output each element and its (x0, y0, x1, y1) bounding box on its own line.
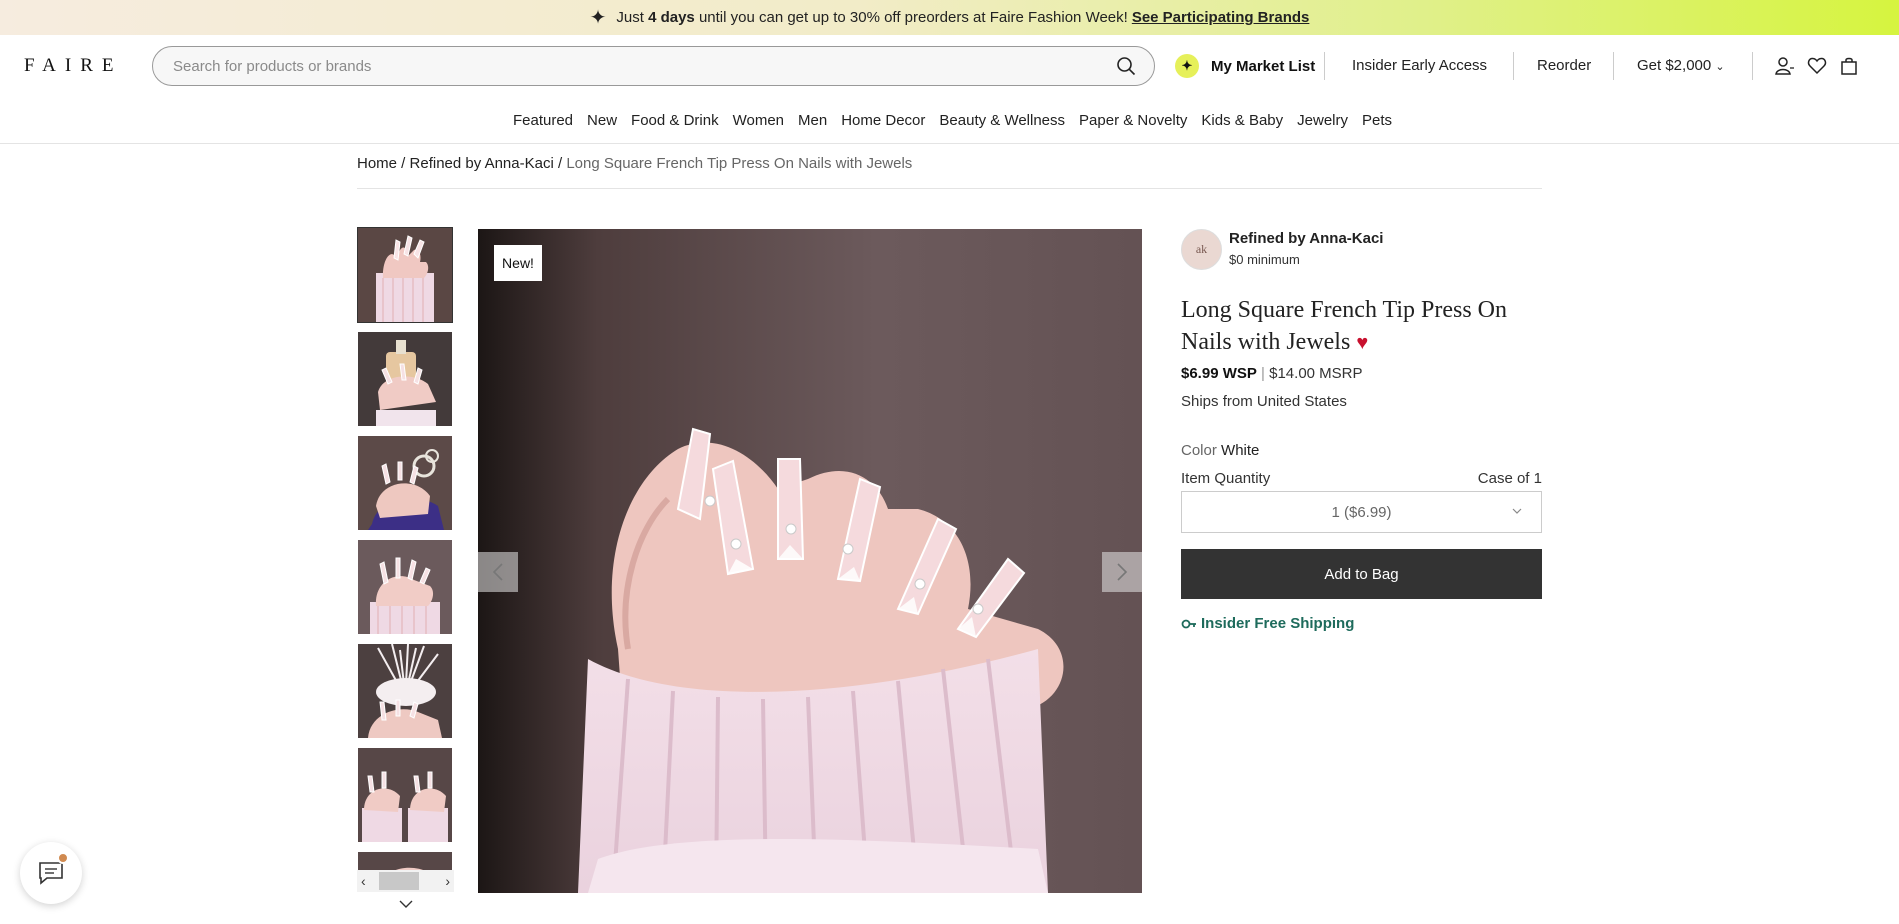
insider-early-access-link[interactable]: Insider Early Access (1352, 57, 1487, 74)
quantity-selected-value: 1 ($6.99) (1331, 503, 1392, 521)
ships-from: Ships from United States (1181, 393, 1347, 410)
get-credit-label: Get $2,000 (1637, 57, 1712, 74)
promo-text: until you can get up to 30% off preorder… (698, 9, 1128, 26)
price-separator: | (1261, 365, 1265, 382)
heart-icon[interactable] (1807, 56, 1827, 76)
thumbnail-1[interactable] (357, 227, 453, 323)
thumbnail-scrollbar[interactable]: ‹ › (357, 870, 454, 892)
new-badge: New! (494, 245, 542, 281)
category-pets[interactable]: Pets (1355, 112, 1399, 129)
product-main-image[interactable] (478, 229, 1142, 893)
next-image-button[interactable] (1102, 552, 1142, 592)
header: FAIRE ✦ My Market List Insider Early Acc… (0, 35, 1899, 97)
chevron-right-icon (1117, 563, 1128, 581)
brand-logo[interactable]: ak (1181, 229, 1222, 270)
quantity-select[interactable]: 1 ($6.99) (1181, 491, 1542, 533)
chat-notification-dot (57, 852, 69, 864)
promo-days: 4 days (648, 9, 695, 26)
chevron-down-icon: ⌄ (1715, 61, 1725, 73)
category-new[interactable]: New (580, 112, 624, 129)
sparkle-icon: ✦ (589, 6, 607, 29)
previous-image-button[interactable] (478, 552, 518, 592)
thumbnail-4[interactable] (358, 540, 452, 634)
chevron-down-icon[interactable] (397, 897, 415, 911)
thumbnail-2[interactable] (358, 332, 452, 426)
participating-brands-link[interactable]: See Participating Brands (1132, 9, 1310, 26)
product-title-text: Long Square French Tip Press On Nails wi… (1181, 297, 1508, 355)
scrollbar-thumb[interactable] (379, 872, 419, 890)
bag-icon[interactable] (1839, 56, 1859, 76)
favorite-heart-icon[interactable]: ♥ (1356, 332, 1368, 354)
category-beauty-wellness[interactable]: Beauty & Wellness (932, 112, 1072, 129)
chevron-left-icon (492, 563, 503, 581)
case-size: Case of 1 (1477, 470, 1542, 487)
brand-name-link[interactable]: Refined by Anna-Kaci (1229, 230, 1383, 247)
thumbnail-6[interactable] (358, 748, 452, 842)
chevron-down-icon (1512, 508, 1522, 514)
color-label: Color (1181, 442, 1217, 459)
my-market-list-button[interactable]: ✦ My Market List (1175, 54, 1315, 78)
breadcrumb-brand[interactable]: Refined by Anna-Kaci (410, 155, 554, 172)
category-featured[interactable]: Featured (506, 112, 580, 129)
reorder-link[interactable]: Reorder (1537, 57, 1591, 74)
add-to-bag-button[interactable]: Add to Bag (1181, 549, 1542, 599)
scroll-left-icon[interactable]: ‹ (361, 873, 366, 889)
divider (1513, 52, 1514, 80)
scroll-right-icon[interactable]: › (445, 873, 450, 889)
search-bar[interactable] (152, 46, 1155, 86)
category-kids-baby[interactable]: Kids & Baby (1194, 112, 1290, 129)
category-nav: Featured New Food & Drink Women Men Home… (0, 97, 1899, 144)
category-men[interactable]: Men (791, 112, 834, 129)
thumbnail-3[interactable] (358, 436, 452, 530)
chat-icon (39, 862, 63, 885)
breadcrumb-current: Long Square French Tip Press On Nails wi… (566, 155, 913, 172)
promo-prefix: Just (616, 9, 644, 26)
account-icon[interactable] (1775, 56, 1795, 76)
search-icon[interactable] (1116, 56, 1136, 76)
divider (1324, 52, 1325, 80)
wholesale-price: $6.99 WSP (1181, 365, 1257, 382)
insider-free-shipping-link[interactable]: Insider Free Shipping (1181, 615, 1354, 632)
search-input[interactable] (173, 47, 1073, 85)
sparkle-icon: ✦ (1175, 54, 1199, 78)
chat-button[interactable] (20, 842, 82, 904)
breadcrumb-separator: / (553, 155, 567, 172)
breadcrumb-home[interactable]: Home (357, 155, 397, 172)
promo-banner: ✦ Just 4 days until you can get up to 30… (0, 0, 1899, 35)
breadcrumb-separator: / (397, 155, 410, 172)
brand-minimum: $0 minimum (1229, 252, 1300, 267)
category-women[interactable]: Women (726, 112, 791, 129)
category-paper-novelty[interactable]: Paper & Novelty (1072, 112, 1194, 129)
category-home-decor[interactable]: Home Decor (834, 112, 932, 129)
color-value: White (1221, 442, 1260, 459)
get-credit-dropdown[interactable]: Get $2,000 ⌄ (1637, 57, 1725, 74)
price-line: $6.99 WSP | $14.00 MSRP (1181, 365, 1363, 382)
thumbnail-5[interactable] (358, 644, 452, 738)
category-jewelry[interactable]: Jewelry (1290, 112, 1355, 129)
my-market-list-label: My Market List (1211, 57, 1316, 75)
product-title: Long Square French Tip Press On Nails wi… (1181, 294, 1551, 359)
insider-free-shipping-label: Insider Free Shipping (1201, 615, 1355, 632)
color-option: Color White (1181, 442, 1259, 459)
divider (1613, 52, 1614, 80)
faire-logo[interactable]: FAIRE (24, 55, 122, 77)
category-food-drink[interactable]: Food & Drink (624, 112, 726, 129)
key-icon (1181, 619, 1196, 628)
breadcrumb: Home / Refined by Anna-Kaci / Long Squar… (357, 155, 1542, 189)
divider (1752, 52, 1753, 80)
msrp-price: $14.00 MSRP (1269, 365, 1363, 382)
